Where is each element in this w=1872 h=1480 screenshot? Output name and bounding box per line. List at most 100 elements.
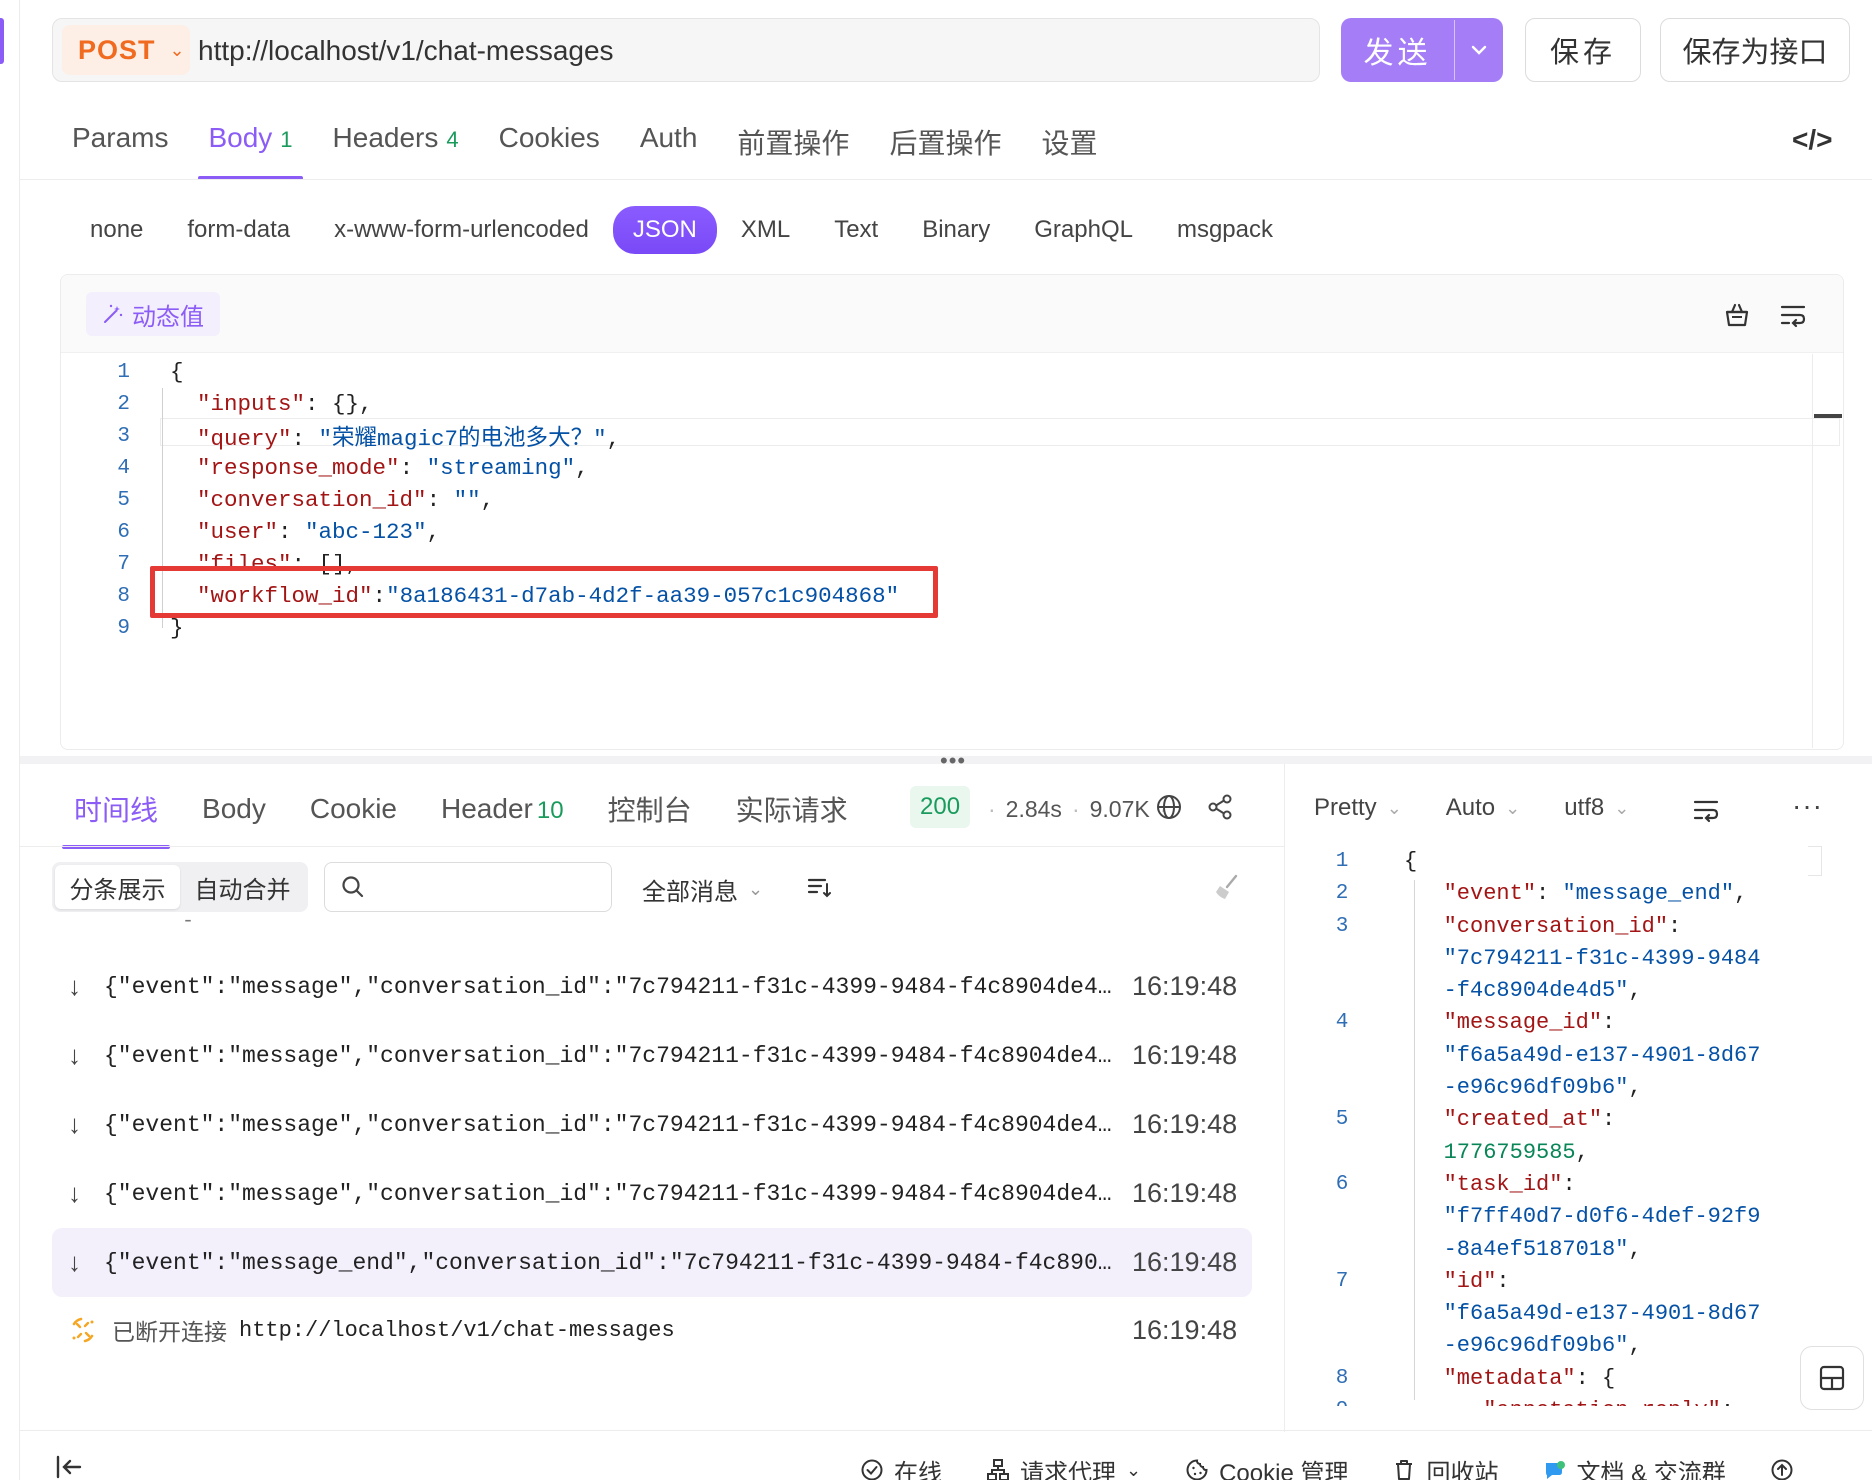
- disconnect-row: 已断开连接 http://localhost/v1/chat-messages …: [52, 1310, 1252, 1350]
- response-tab[interactable]: Body: [180, 783, 288, 835]
- body-type-option[interactable]: XML: [721, 206, 810, 254]
- tab-label: 设置: [1041, 128, 1098, 159]
- encoding-select[interactable]: utf8 ⌄: [1564, 794, 1629, 822]
- tab-label: 后置操作: [889, 128, 1002, 159]
- code-text: "id":: [1404, 1266, 1510, 1298]
- body-type-option[interactable]: Text: [814, 206, 898, 254]
- disconnect-url: http://localhost/v1/chat-messages: [239, 1317, 675, 1343]
- response-body-viewer[interactable]: 1{2 "event": "message_end", 3 "conversati…: [1314, 846, 1822, 1406]
- status-bar: 在线 请求代理 ⌄ Cookie 管理 回收站 文档 & 交流群: [860, 1450, 1838, 1480]
- event-time: 16:19:48: [1132, 1247, 1238, 1277]
- send-button[interactable]: 发送: [1341, 18, 1454, 82]
- sort-icon[interactable]: [806, 874, 832, 900]
- body-type-option[interactable]: none: [70, 206, 163, 254]
- request-tab[interactable]: 设置: [1021, 108, 1117, 180]
- timeline-row[interactable]: ↓ {"event":"message","conversation_id":"7…: [52, 1021, 1252, 1090]
- code-text: "f7ff40d7-d0f6-4def-92f9: [1404, 1201, 1761, 1233]
- body-type-option[interactable]: msgpack: [1157, 206, 1293, 254]
- json-key: "user": [197, 519, 279, 545]
- left-active-indicator: [0, 18, 4, 64]
- share-icon[interactable]: [1206, 793, 1234, 821]
- timeline-row[interactable]: ↓ {"event":"message_end","conversation_id…: [52, 1228, 1252, 1297]
- code-line: -8a4ef5187018",: [1314, 1234, 1822, 1266]
- code-text: "conversation_id":: [1404, 911, 1682, 943]
- proxy-menu[interactable]: 请求代理 ⌄: [986, 1453, 1141, 1480]
- line-number: 3: [1335, 914, 1349, 938]
- response-tabs: 时间线 Body Cookie Header 10 控制台 实际请求: [52, 778, 870, 849]
- body-type-option[interactable]: GraphQL: [1014, 206, 1153, 254]
- request-tab[interactable]: 前置操作: [717, 108, 869, 180]
- search-input[interactable]: [372, 866, 602, 908]
- body-type-option[interactable]: form-data: [167, 206, 310, 254]
- word-wrap-icon[interactable]: [1692, 796, 1720, 824]
- method-select[interactable]: POST ⌄: [62, 25, 190, 75]
- json-key: "conversation_id": [197, 487, 427, 513]
- basket-icon[interactable]: [1722, 300, 1752, 330]
- json-key: "conversation_id": [1443, 913, 1669, 939]
- send-dropdown-button[interactable]: [1455, 18, 1503, 82]
- request-tab[interactable]: Headers 4: [313, 108, 479, 180]
- response-tab[interactable]: 实际请求: [714, 779, 870, 839]
- vertical-splitter[interactable]: [1284, 764, 1285, 1432]
- response-tab[interactable]: 控制台: [586, 779, 714, 839]
- recycle-bin[interactable]: 回收站: [1392, 1453, 1498, 1480]
- response-tab[interactable]: 时间线: [52, 779, 180, 849]
- filter-label: 全部消息: [642, 879, 738, 906]
- json-key: "response_mode": [197, 455, 400, 481]
- event-text: {"event":"message","conversation_id":"7c…: [104, 1111, 1132, 1138]
- dynamic-value-button[interactable]: 动态值: [86, 292, 220, 336]
- format-select[interactable]: Pretty ⌄: [1314, 794, 1402, 822]
- body-type-option[interactable]: x-www-form-urlencoded: [314, 206, 609, 254]
- editor-scrollbar[interactable]: [1812, 354, 1813, 748]
- request-tab[interactable]: Params: [52, 108, 188, 180]
- layout-toggle-button[interactable]: [1800, 1346, 1864, 1410]
- timeline-row[interactable]: ↓ {"event":"message","conversation_id":"7…: [52, 952, 1252, 1021]
- drag-handle-icon[interactable]: •••: [940, 748, 966, 774]
- line-number: 1: [117, 360, 130, 384]
- timeline-row[interactable]: ↓ {"event":"message","conversation_id":"7…: [52, 1090, 1252, 1159]
- docs-community[interactable]: 文档 & 交流群: [1542, 1453, 1726, 1480]
- mode-select[interactable]: Auto ⌄: [1446, 794, 1520, 822]
- tab-label: Auth: [639, 122, 698, 153]
- collapse-sidebar-icon[interactable]: [54, 1454, 84, 1480]
- url-input[interactable]: [198, 30, 1298, 72]
- body-type-option[interactable]: Binary: [902, 206, 1010, 254]
- body-type-option[interactable]: JSON: [612, 206, 717, 254]
- auto-merge-option[interactable]: 自动合并: [180, 865, 305, 909]
- save-button[interactable]: 保存: [1525, 18, 1641, 82]
- tab-label: Header: [441, 793, 533, 824]
- request-tab[interactable]: Body 1: [188, 108, 312, 180]
- message-filter-select[interactable]: 全部消息 ⌄: [642, 872, 763, 907]
- code-line: 1{: [60, 356, 1820, 388]
- globe-icon[interactable]: [1155, 793, 1183, 821]
- online-status[interactable]: 在线: [860, 1453, 942, 1480]
- line-number: 6: [1335, 1172, 1349, 1196]
- code-token: ,: [1734, 881, 1748, 907]
- request-tab[interactable]: 后置操作: [869, 108, 1021, 180]
- more-icon[interactable]: ···: [1792, 790, 1823, 822]
- request-tab[interactable]: Cookies: [479, 108, 620, 180]
- event-time: 16:19:48: [1132, 1109, 1238, 1139]
- response-tab[interactable]: Header 10: [419, 783, 586, 835]
- code-token: :: [426, 487, 454, 513]
- request-tab[interactable]: Auth: [620, 108, 718, 180]
- editor-toolbar: [61, 275, 1843, 353]
- split-view-option[interactable]: 分条展示: [55, 865, 180, 909]
- cookie-manager[interactable]: Cookie 管理: [1185, 1453, 1348, 1480]
- code-token: }: [170, 615, 184, 641]
- scroll-top-button[interactable]: [1770, 1458, 1794, 1480]
- timeline-row[interactable]: ↓ {"event":"message","conversation_id":"7…: [52, 1159, 1252, 1228]
- code-icon[interactable]: </>: [1792, 124, 1832, 156]
- code-text: {: [170, 359, 184, 385]
- line-number: [1314, 1330, 1370, 1362]
- save-as-api-button[interactable]: 保存为接口: [1660, 18, 1850, 82]
- word-wrap-icon[interactable]: [1778, 300, 1808, 330]
- viewer-scrollbar[interactable]: [1808, 846, 1822, 876]
- broom-icon[interactable]: [1212, 872, 1242, 902]
- response-tab[interactable]: Cookie: [288, 783, 419, 835]
- search-icon: [342, 876, 364, 898]
